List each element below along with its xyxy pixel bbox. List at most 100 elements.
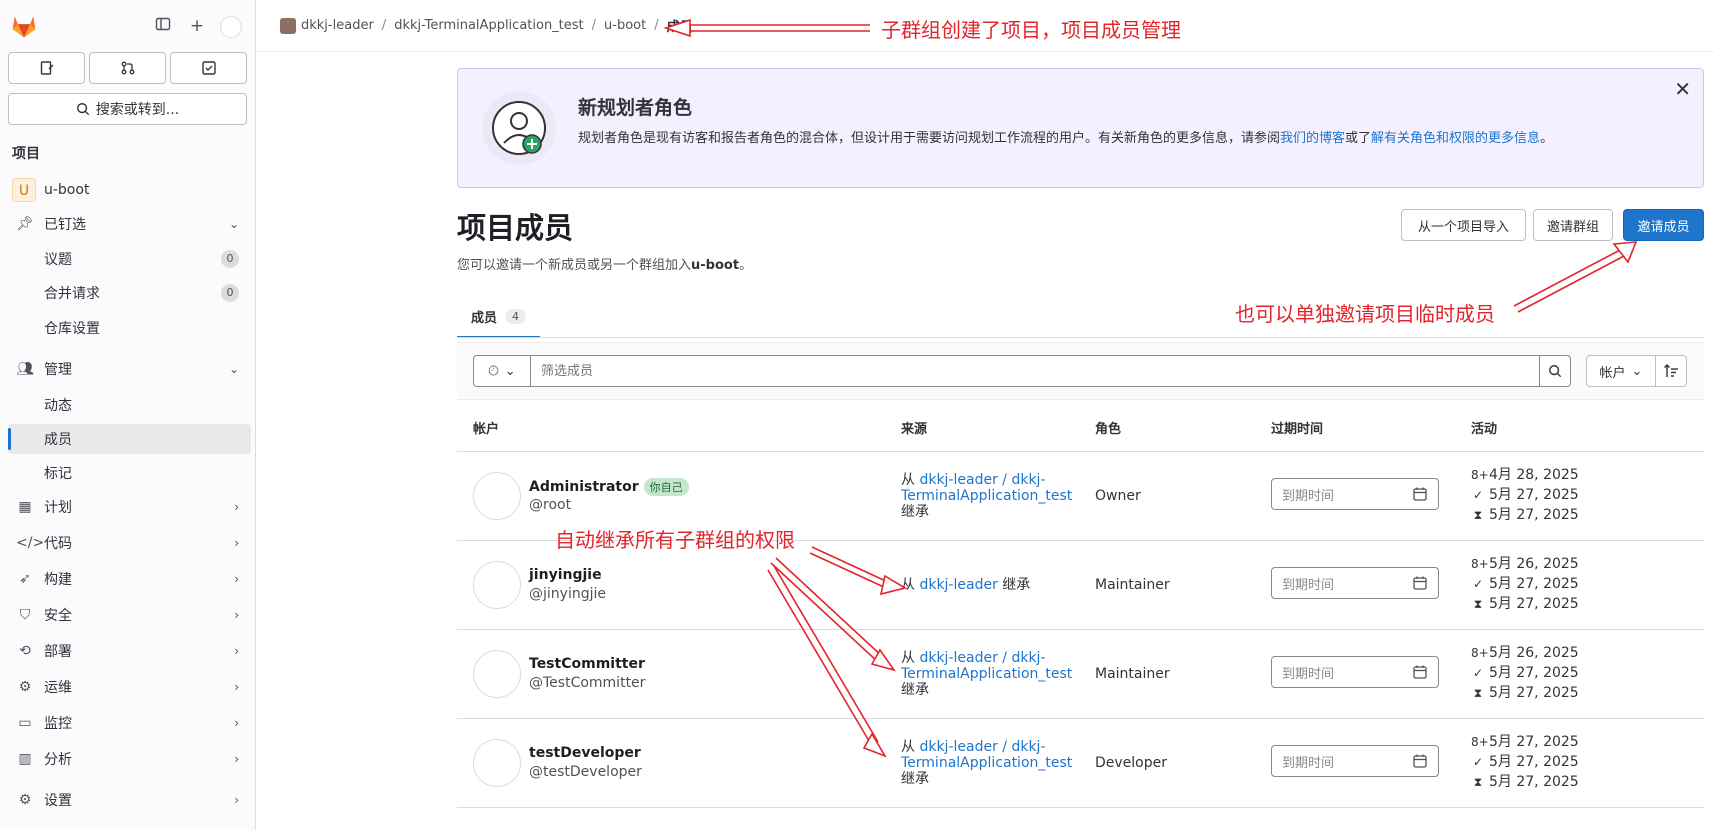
hourglass-icon: ⧗	[1473, 686, 1483, 700]
group-avatar	[280, 17, 296, 34]
filter-members-input[interactable]	[530, 355, 1540, 387]
search-icon	[76, 103, 89, 116]
page-subtitle-project: u-boot	[691, 258, 740, 273]
sidebar-item-security[interactable]: ⛉ 安全 ›	[8, 600, 251, 630]
calendar-icon: ▦	[18, 499, 32, 515]
todo-quick-button[interactable]	[170, 52, 247, 84]
search-history-button[interactable]: 🕘︎ ⌄	[473, 355, 531, 387]
toggle-sidebar-icon[interactable]	[153, 16, 173, 36]
chevron-right-icon: ›	[234, 500, 239, 514]
sidebar-item-activity[interactable]: 动态	[8, 390, 251, 420]
gitlab-logo-icon[interactable]	[10, 12, 38, 40]
member-name[interactable]: TestCommitter	[529, 656, 645, 672]
sidebar-item-code[interactable]: </> 代码 ›	[8, 528, 251, 558]
sidebar-item-settings[interactable]: ⚙ 设置 ›	[8, 785, 251, 815]
import-from-project-button[interactable]: 从一个项目导入	[1401, 209, 1526, 241]
invite-members-button[interactable]: 邀请成员	[1623, 209, 1704, 241]
user-add-illustration-icon	[482, 91, 556, 165]
sidebar-item-deploy[interactable]: ⟲ 部署 ›	[8, 636, 251, 666]
sidebar-item-issues[interactable]: 议题 0	[8, 244, 251, 274]
sidebar-item-label: 管理	[44, 362, 72, 378]
expiration-placeholder: 到期时间	[1282, 666, 1335, 682]
breadcrumb-item[interactable]: dkkj-leader	[301, 18, 374, 33]
column-header-account[interactable]: 帐户	[473, 418, 499, 437]
member-activity: 8+ 4月 28, 2025 ✓ 5月 27, 2025 ⧗ 5月 27, 2025	[1471, 465, 1579, 525]
expiration-placeholder: 到期时间	[1282, 577, 1335, 593]
breadcrumb-current[interactable]: 成员	[667, 16, 693, 35]
monitor-icon: ▭	[18, 715, 32, 731]
sidebar-item-labels[interactable]: 标记	[8, 458, 251, 488]
sidebar-item-label: 动态	[44, 398, 72, 414]
page-subtitle: 您可以邀请一个新成员或另一个群组加入u-boot。	[457, 254, 752, 273]
deploy-icon: ⟲	[19, 643, 31, 659]
search-button-label: 搜索或转到...	[95, 102, 180, 118]
sort-by-dropdown[interactable]: 帐户 ⌄	[1586, 355, 1656, 387]
source-group-link[interactable]: dkkj-leader / dkkj-TerminalApplication_t…	[901, 739, 1072, 771]
filter-search-button[interactable]	[1539, 355, 1571, 387]
sidebar-item-repository-settings[interactable]: 仓库设置	[8, 313, 251, 343]
merge-requests-quick-button[interactable]	[89, 52, 166, 84]
expiration-date-input[interactable]: 到期时间	[1271, 656, 1439, 688]
expiration-date-input[interactable]: 到期时间	[1271, 567, 1439, 599]
member-name[interactable]: jinyingjie	[529, 567, 602, 583]
avatar[interactable]	[473, 739, 521, 787]
sidebar-item-build[interactable]: ➶ 构建 ›	[8, 564, 251, 594]
sidebar-item-plan[interactable]: ▦ 计划 ›	[8, 492, 251, 522]
chart-icon: ▥	[18, 751, 32, 767]
column-header-role: 角色	[1095, 422, 1122, 437]
tab-members[interactable]: 成员 4	[457, 296, 541, 338]
source-group-link[interactable]: dkkj-leader / dkkj-TerminalApplication_t…	[901, 472, 1072, 504]
avatar[interactable]	[473, 472, 521, 520]
member-role: Maintainer	[1095, 577, 1170, 593]
sidebar-item-label: 计划	[44, 500, 72, 516]
sidebar-item-label: 合并请求	[44, 286, 100, 302]
expiration-date-input[interactable]: 到期时间	[1271, 478, 1439, 510]
sort-direction-button[interactable]	[1655, 355, 1687, 387]
user-avatar[interactable]	[220, 16, 242, 38]
source-group-link[interactable]: dkkj-leader	[919, 577, 997, 593]
member-name[interactable]: testDeveloper	[529, 745, 641, 761]
avatar[interactable]	[473, 650, 521, 698]
sidebar-item-manage[interactable]: 👥︎ 管理 ⌄	[8, 354, 251, 384]
column-header-activity: 活动	[1471, 422, 1498, 437]
roles-permissions-link[interactable]: 解有关角色和权限的更多信息	[1371, 131, 1540, 146]
create-new-icon[interactable]: +	[187, 16, 207, 36]
sidebar-item-pinned[interactable]: 📌︎ 已钉选 ⌄	[8, 209, 251, 239]
sidebar-item-operate[interactable]: ⚙ 运维 ›	[8, 672, 251, 702]
calendar-icon	[1413, 576, 1427, 590]
breadcrumb-item[interactable]: u-boot	[604, 18, 646, 33]
breadcrumb-item[interactable]: dkkj-TerminalApplication_test	[394, 18, 583, 33]
chevron-down-icon: ⌄	[228, 362, 239, 376]
member-username: @testDeveloper	[529, 764, 642, 780]
sidebar-item-label: 标记	[44, 466, 72, 482]
sidebar-project-link[interactable]: U u-boot	[8, 175, 251, 205]
sidebar-item-members[interactable]: 成员	[8, 424, 251, 454]
user-joined-icon: 8+	[1471, 646, 1489, 660]
sidebar-item-monitor[interactable]: ▭ 监控 ›	[8, 708, 251, 738]
close-icon[interactable]: ✕	[1674, 77, 1691, 101]
activity-last-activity: 5月 27, 2025	[1489, 596, 1579, 612]
activity-joined: 4月 28, 2025	[1489, 467, 1579, 483]
expiration-date-input[interactable]: 到期时间	[1271, 745, 1439, 777]
source-suffix: 继承	[901, 682, 929, 698]
sidebar-item-label: 仓库设置	[44, 321, 100, 337]
member-source: 从 dkkj-leader 继承	[901, 577, 1071, 593]
source-group-link[interactable]: dkkj-leader / dkkj-TerminalApplication_t…	[901, 650, 1072, 682]
banner-text-body: 规划者角色是现有访客和报告者角色的混合体，但设计用于需要访问规划工作流程的用户。…	[578, 131, 1281, 146]
search-button[interactable]: 搜索或转到...	[8, 93, 247, 125]
chevron-right-icon: ›	[234, 536, 239, 550]
source-suffix: 继承	[901, 771, 929, 787]
sidebar-item-merge-requests[interactable]: 合并请求 0	[8, 278, 251, 308]
check-icon: ✓	[1472, 577, 1484, 591]
table-row: testDeveloper @testDeveloper 从 dkkj-lead…	[457, 719, 1704, 808]
sidebar-item-analyze[interactable]: ▥ 分析 ›	[8, 744, 251, 774]
avatar[interactable]	[473, 561, 521, 609]
member-source: 从 dkkj-leader / dkkj-TerminalApplication…	[901, 739, 1072, 787]
chevron-right-icon: ›	[234, 572, 239, 586]
invite-group-button[interactable]: 邀请群组	[1533, 209, 1613, 241]
member-name[interactable]: Administrator	[529, 479, 639, 495]
filter-bar: 🕘︎ ⌄ 帐户 ⌄	[457, 342, 1704, 400]
blog-link[interactable]: 我们的博客	[1280, 131, 1345, 146]
issues-quick-button[interactable]	[8, 52, 85, 84]
chevron-right-icon: ›	[234, 752, 239, 766]
